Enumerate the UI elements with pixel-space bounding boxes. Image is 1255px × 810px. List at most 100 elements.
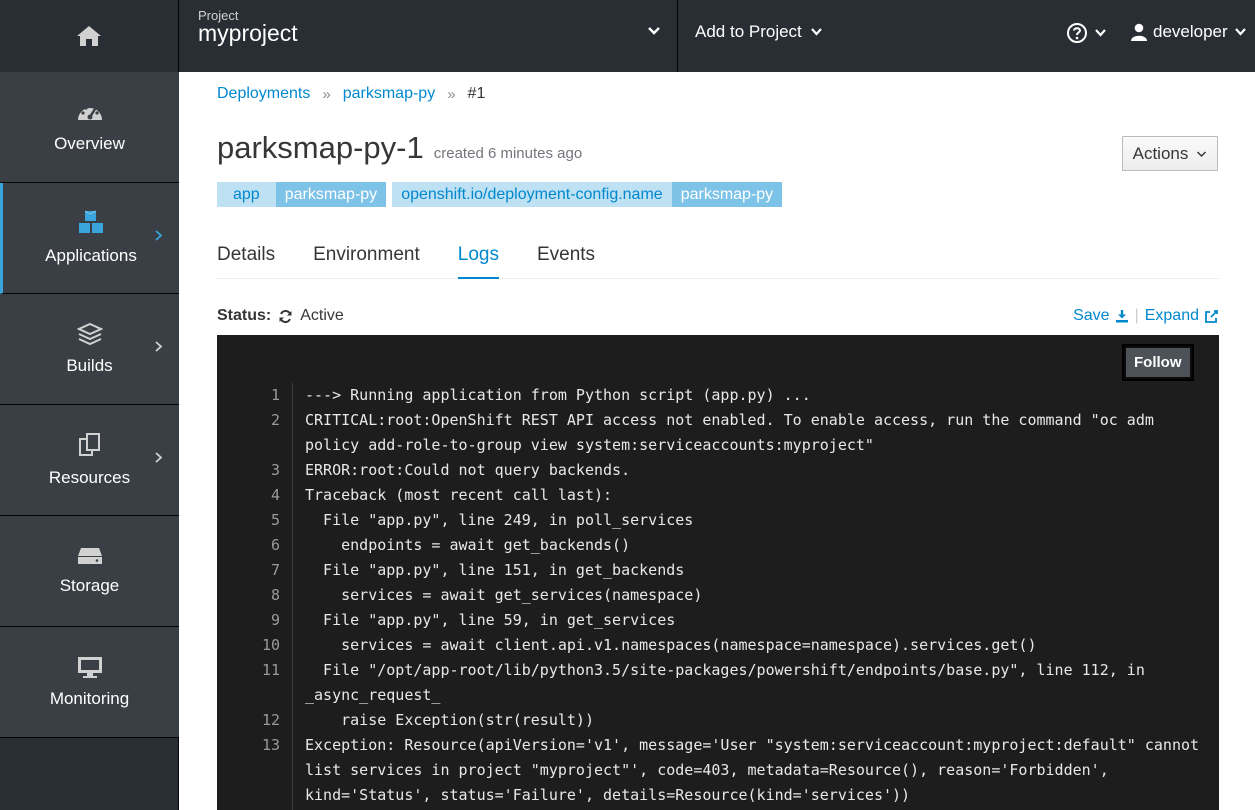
expand-log-link[interactable]: Expand [1145, 307, 1219, 325]
separator: | [1134, 307, 1139, 324]
log-actions: Save | Expand [1073, 307, 1219, 325]
sidebar-item-storage[interactable]: Storage [0, 516, 179, 627]
chevron-down-icon [1095, 29, 1106, 37]
log-line-number [217, 783, 280, 808]
files-icon [78, 433, 100, 456]
main-content: Deployments » parksmap-py » #1 parksmap-… [179, 72, 1255, 810]
breadcrumb-separator: » [447, 85, 456, 103]
tab-bar: Details Environment Logs Events [217, 242, 1219, 279]
log-line-number: 13 [261, 736, 280, 754]
log-line-text: File "app.py", line 151, in get_backends [305, 561, 685, 579]
status-row: Status: Active [217, 307, 344, 325]
log-line-text: File "app.py", line 59, in get_services [305, 611, 676, 629]
log-line-text: File "/opt/app-root/lib/python3.5/site-p… [305, 661, 1145, 679]
add-to-project-label: Add to Project [695, 22, 802, 41]
sidebar-item-applications[interactable]: Applications [0, 183, 179, 294]
expand-label: Expand [1144, 307, 1199, 324]
log-line-number [217, 683, 280, 708]
breadcrumb-current: #1 [467, 85, 486, 102]
question-circle-icon [1067, 23, 1087, 43]
log-line-number: 1 [270, 386, 280, 404]
log-line-text: kind='Status', status='Failure', details… [305, 786, 911, 804]
user-menu[interactable]: developer [1131, 22, 1247, 42]
log-line-number: 3 [270, 461, 280, 479]
log-line-text: services = await get_services(namespace) [305, 586, 703, 604]
breadcrumb-link-parksmap[interactable]: parksmap-py [343, 85, 435, 103]
status-label: Status: [217, 307, 272, 324]
sidebar-item-label: Builds [66, 356, 113, 375]
log-line: policy add-role-to-group view system:ser… [217, 433, 1219, 458]
monitor-icon [77, 657, 102, 678]
log-line-text: raise Exception(str(result)) [305, 711, 594, 729]
download-icon [1115, 310, 1128, 323]
tab-logs[interactable]: Logs [457, 242, 499, 279]
log-line-number: 5 [270, 511, 280, 529]
label-app[interactable]: app parksmap-py [217, 182, 387, 207]
sidebar-item-label: Storage [59, 576, 120, 595]
log-line-number: 9 [270, 611, 280, 629]
actions-button[interactable]: Actions [1122, 136, 1218, 171]
tab-details[interactable]: Details [217, 242, 275, 279]
sidebar: Overview Applications Builds Resources S… [0, 72, 179, 810]
breadcrumb: Deployments » parksmap-py » #1 [217, 85, 485, 103]
status-value: Active [300, 307, 344, 324]
label-deployment-config[interactable]: openshift.io/deployment-config.name park… [392, 182, 783, 207]
chevron-right-icon [155, 230, 163, 241]
log-line: 13 Exception: Resource(apiVersion='v1', m… [217, 733, 1219, 758]
log-line-number: 7 [270, 561, 280, 579]
actions-label: Actions [1132, 143, 1189, 163]
sidebar-item-resources[interactable]: Resources [0, 405, 179, 516]
label-key[interactable]: openshift.io/deployment-config.name [392, 182, 672, 207]
log-line: 4 Traceback (most recent call last): [217, 483, 1219, 508]
log-line: 8 services = await get_services(namespac… [217, 583, 1219, 608]
username: developer [1153, 22, 1228, 41]
follow-button[interactable]: Follow [1124, 346, 1192, 379]
log-line: 2 CRITICAL:root:OpenShift REST API access… [217, 408, 1219, 433]
log-line: 9 File "app.py", line 59, in get_service… [217, 608, 1219, 633]
refresh-icon [279, 309, 292, 323]
label-key[interactable]: app [217, 182, 276, 207]
log-line: 10 services = await client.api.v1.namesp… [217, 633, 1219, 658]
chevron-down-icon [1197, 150, 1207, 157]
breadcrumb-link-deployments[interactable]: Deployments [217, 85, 310, 103]
label-value[interactable]: parksmap-py [275, 182, 387, 207]
log-line-number: 12 [261, 711, 280, 729]
save-label: Save [1073, 307, 1110, 324]
log-line-text: Exception: Resource(apiVersion='v1', mes… [305, 736, 1200, 754]
page-title: parksmap-py-1 [217, 130, 424, 165]
page-header: parksmap-py-1 created 6 minutes ago [217, 130, 582, 166]
project-selector[interactable]: Project myproject [179, 0, 678, 72]
log-line: 7 File "app.py", line 151, in get_backen… [217, 558, 1219, 583]
log-line: 3 ERROR:root:Could not query backends. [217, 458, 1219, 483]
log-line-text: Traceback (most recent call last): [305, 486, 613, 504]
save-log-link[interactable]: Save [1073, 307, 1128, 325]
tab-events[interactable]: Events [537, 242, 595, 279]
log-viewer[interactable]: Follow 1 ---> Running application from Py… [217, 335, 1219, 810]
log-line: list services in project "myproject"', c… [217, 758, 1219, 783]
log-line-number [217, 758, 280, 783]
label-value[interactable]: parksmap-py [671, 182, 783, 207]
log-line-text: policy add-role-to-group view system:ser… [305, 436, 874, 454]
chevron-down-icon [648, 27, 660, 35]
sidebar-item-overview[interactable]: Overview [0, 72, 179, 183]
home-button[interactable] [0, 0, 179, 72]
tab-environment[interactable]: Environment [313, 242, 420, 279]
log-line: 12 raise Exception(str(result)) [217, 708, 1219, 733]
cubes-icon [79, 210, 103, 233]
chevron-down-icon [810, 28, 822, 36]
sidebar-item-label: Resources [48, 468, 131, 487]
log-line: 6 endpoints = await get_backends() [217, 533, 1219, 558]
log-line-text: _async_request_ [305, 686, 441, 704]
log-line: 5 File "app.py", line 249, in poll_servi… [217, 508, 1219, 533]
layers-icon [76, 322, 103, 346]
breadcrumb-separator: » [322, 85, 331, 103]
log-line-number: 8 [270, 586, 280, 604]
log-line-text: File "app.py", line 249, in poll_service… [305, 511, 694, 529]
created-time: created 6 minutes ago [433, 145, 583, 162]
add-to-project-menu[interactable]: Add to Project [695, 22, 823, 42]
hard-drive-icon [77, 548, 102, 564]
sidebar-item-monitoring[interactable]: Monitoring [0, 627, 179, 738]
sidebar-item-builds[interactable]: Builds [0, 294, 179, 405]
top-navbar: Project myproject Add to Project develop… [0, 0, 1255, 72]
help-menu[interactable] [1066, 22, 1107, 44]
